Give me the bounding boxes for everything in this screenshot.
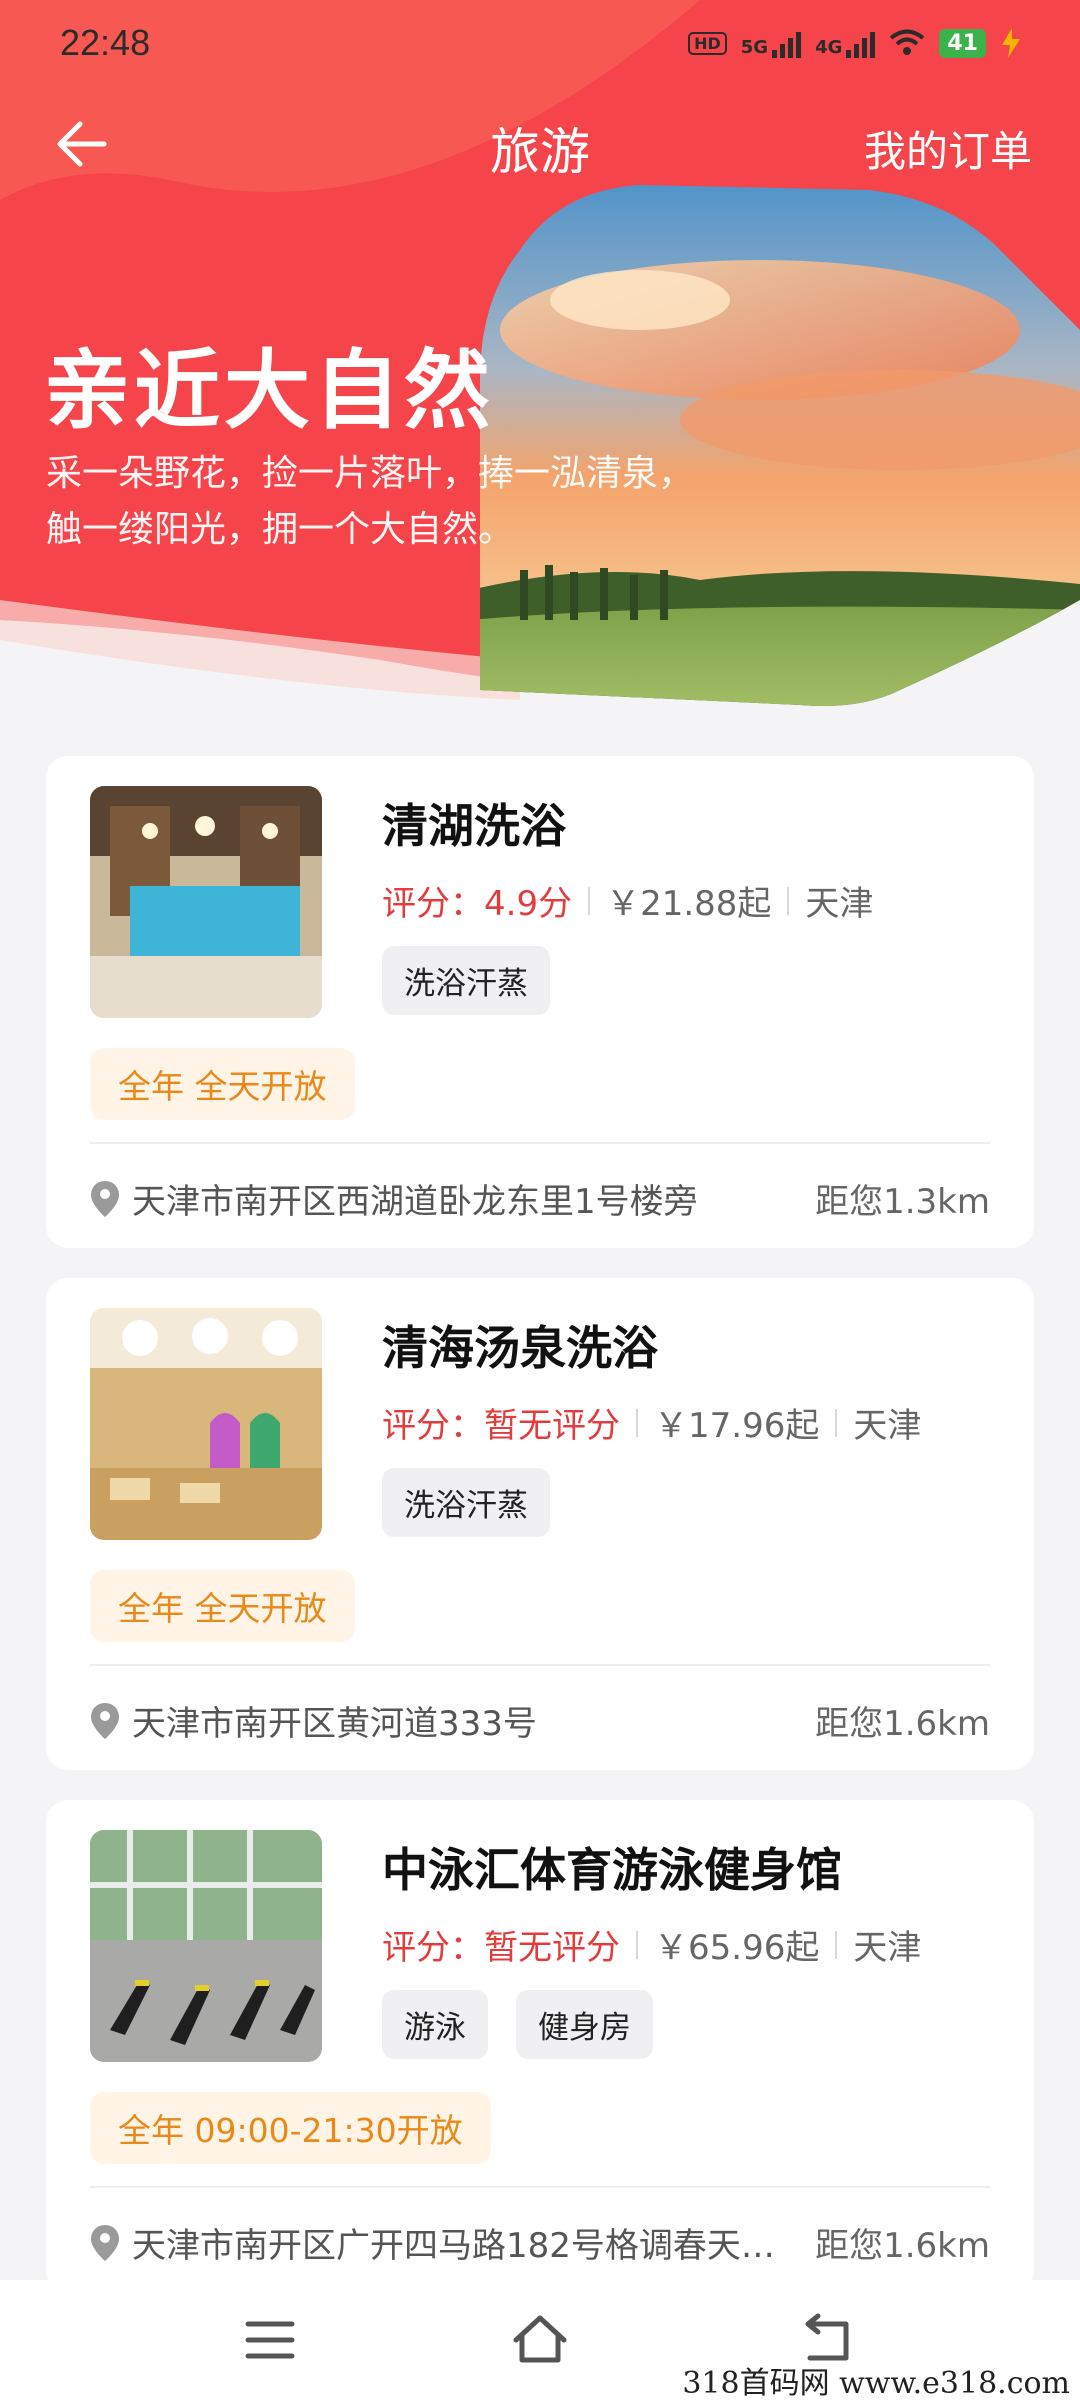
listing-name: 清湖洗浴 (382, 799, 566, 853)
listing-thumbnail (90, 786, 322, 1018)
listing-tags: 洗浴汗蒸 (382, 946, 550, 1015)
location-pin-icon (91, 2224, 119, 2261)
listing-address: 天津市南开区广开四马路182号格调春天… (90, 2218, 775, 2267)
signal-4g: 4G (815, 28, 876, 58)
network-label-5g: 5G (740, 37, 769, 58)
separator (835, 1408, 838, 1437)
listing-card[interactable]: 中泳汇体育游泳健身馆 评分：暂无评分 ￥65.96起 天津 游泳 健身房 全年 … (46, 1800, 1034, 2292)
status-icons: HD 5G 4G 41 (688, 28, 1022, 58)
hero-title: 亲近大自然 (44, 341, 494, 441)
status-time: 22:48 (60, 22, 151, 63)
listing-card[interactable]: 清海汤泉洗浴 评分：暂无评分 ￥17.96起 天津 洗浴汗蒸 全年 全天开放 天… (46, 1278, 1034, 1770)
signal-icon (846, 28, 876, 58)
listing-meta: 评分：4.9分 ￥21.88起 天津 (382, 876, 873, 925)
system-nav-bar: 318首码网 www.e318.com (0, 2280, 1080, 2404)
listing-tags: 游泳 健身房 (382, 1990, 653, 2059)
menu-icon[interactable] (240, 2310, 300, 2370)
separator (835, 1930, 838, 1959)
address-text: 天津市南开区广开四马路182号格调春天… (132, 2226, 775, 2266)
address-text: 天津市南开区黄河道333号 (132, 1704, 537, 1744)
listing-thumbnail (90, 1308, 322, 1540)
signal-5g: 5G (740, 28, 802, 58)
listing-distance: 距您1.3km (815, 1182, 990, 1222)
tag: 健身房 (516, 1990, 653, 2059)
listing-city: 天津 (853, 1406, 922, 1446)
opening-hours-badge: 全年 09:00-21:30开放 (90, 2092, 491, 2164)
listing-address: 天津市南开区黄河道333号 (90, 1696, 537, 1745)
listing-rating: 评分：暂无评分 (382, 1928, 620, 1968)
my-orders-link[interactable]: 我的订单 (864, 118, 1032, 179)
listing-name: 中泳汇体育游泳健身馆 (382, 1843, 842, 1897)
divider (90, 1664, 990, 1666)
listing-distance: 距您1.6km (815, 2226, 990, 2266)
separator (636, 1930, 638, 1959)
separator (787, 886, 790, 915)
hero-banner: 22:48 HD 5G 4G 41 旅游 我的订单 亲近大自然 采一朵野花，捡一… (0, 0, 1080, 730)
hero-subtitle-line1: 采一朵野花，捡一片落叶，捧一泓清泉， (46, 453, 695, 494)
hero-subtitle-line2: 触一缕阳光，拥一个大自然。 (46, 509, 515, 550)
listing-address: 天津市南开区西湖道卧龙东里1号楼旁 (90, 1174, 698, 1223)
network-label-4g: 4G (815, 37, 843, 58)
hero-subtitle: 采一朵野花，捡一片落叶，捧一泓清泉， 触一缕阳光，拥一个大自然。 (46, 446, 694, 558)
location-pin-icon (91, 1702, 119, 1739)
listing-distance: 距您1.6km (815, 1704, 990, 1744)
watermark: 318首码网 www.e318.com (682, 2366, 1070, 2401)
opening-hours-badge: 全年 全天开放 (90, 1570, 355, 1642)
listing-price: ￥65.96起 (654, 1928, 820, 1968)
separator (636, 1408, 638, 1437)
wifi-icon (890, 29, 925, 55)
hd-icon: HD (688, 31, 727, 55)
top-nav: 旅游 我的订单 (0, 100, 1080, 190)
listing-meta: 评分：暂无评分 ￥65.96起 天津 (382, 1920, 921, 1969)
listing-meta: 评分：暂无评分 ￥17.96起 天津 (382, 1398, 921, 1447)
address-text: 天津市南开区西湖道卧龙东里1号楼旁 (132, 1182, 698, 1222)
separator (588, 886, 591, 915)
listing-card[interactable]: 清湖洗浴 评分：4.9分 ￥21.88起 天津 洗浴汗蒸 全年 全天开放 天津市… (46, 756, 1034, 1248)
location-pin-icon (91, 1180, 119, 1217)
listing-city: 天津 (853, 1928, 922, 1968)
listing-thumbnail (90, 1830, 322, 2062)
listing-price: ￥21.88起 (606, 884, 772, 924)
tag: 洗浴汗蒸 (382, 946, 550, 1015)
battery-icon: 41 (939, 28, 986, 58)
opening-hours-badge: 全年 全天开放 (90, 1048, 355, 1120)
charging-icon (1002, 28, 1020, 58)
listing-rating: 评分：暂无评分 (382, 1406, 620, 1446)
listing-rating: 评分：4.9分 (382, 884, 573, 924)
divider (90, 1142, 990, 1144)
status-bar: 22:48 HD 5G 4G 41 (0, 0, 1080, 96)
listing-price: ￥17.96起 (654, 1406, 820, 1446)
divider (90, 2186, 990, 2188)
listing-name: 清海汤泉洗浴 (382, 1321, 658, 1375)
tag: 洗浴汗蒸 (382, 1468, 550, 1537)
signal-icon (772, 28, 802, 58)
tag: 游泳 (382, 1990, 488, 2059)
listing-tags: 洗浴汗蒸 (382, 1468, 550, 1537)
listing-city: 天津 (805, 884, 874, 924)
home-icon[interactable] (510, 2310, 570, 2370)
